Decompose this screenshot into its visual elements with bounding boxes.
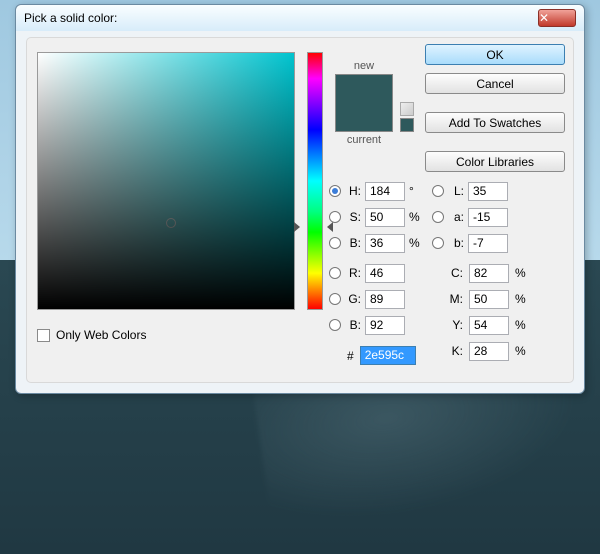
input-K[interactable]: 28 [469, 342, 509, 361]
color-field[interactable] [37, 52, 295, 310]
label-K: K: [447, 344, 463, 358]
hsb-group: H: 184 ° S: 50% B: 36% [329, 178, 423, 256]
window-title: Pick a solid color: [24, 11, 538, 25]
current-color-swatch[interactable] [336, 103, 392, 131]
cube-icon[interactable] [400, 102, 414, 116]
hex-row: # 2e595c [347, 346, 416, 365]
label-r: R: [345, 266, 361, 280]
input-r[interactable]: 46 [365, 264, 405, 283]
unit-K: % [515, 344, 529, 358]
label-M: M: [447, 292, 463, 306]
radio-r[interactable] [329, 267, 341, 279]
current-color-label: current [335, 134, 393, 146]
label-a: a: [448, 210, 464, 224]
color-picker-dialog: Pick a solid color: ✕ new current OK Can… [15, 4, 585, 394]
unit-s: % [409, 210, 423, 224]
only-web-colors-checkbox[interactable] [37, 329, 50, 342]
add-to-swatches-button[interactable]: Add To Swatches [425, 112, 565, 133]
radio-L[interactable] [432, 185, 444, 197]
input-g[interactable]: 89 [365, 290, 405, 309]
unit-h: ° [409, 184, 423, 198]
lab-group: L: 35 a: -15 b: -7 [432, 178, 508, 256]
label-g: G: [345, 292, 361, 306]
unit-C: % [515, 266, 529, 280]
unit-Y: % [515, 318, 529, 332]
input-C[interactable]: 82 [469, 264, 509, 283]
close-icon: ✕ [539, 11, 575, 25]
input-L[interactable]: 35 [468, 182, 508, 201]
radio-lb[interactable] [432, 237, 444, 249]
only-web-colors-label: Only Web Colors [56, 328, 146, 342]
label-C: C: [447, 266, 463, 280]
hex-label: # [347, 349, 354, 363]
label-lb: b: [448, 236, 464, 250]
gamut-swatch[interactable] [400, 118, 414, 132]
radio-b[interactable] [329, 237, 341, 249]
radio-bb[interactable] [329, 319, 341, 331]
close-button[interactable]: ✕ [538, 9, 576, 27]
new-color-label: new [335, 60, 393, 72]
input-s[interactable]: 50 [365, 208, 405, 227]
cmyk-group: C: 82% M: 50% Y: 54% K: 28% [447, 260, 529, 364]
hex-input[interactable]: 2e595c [360, 346, 416, 365]
color-libraries-button[interactable]: Color Libraries [425, 151, 565, 172]
input-Y[interactable]: 54 [469, 316, 509, 335]
ok-button[interactable]: OK [425, 44, 565, 65]
radio-a[interactable] [432, 211, 444, 223]
rgb-group: R: 46 G: 89 B: 92 [329, 260, 423, 338]
label-Y: Y: [447, 318, 463, 332]
radio-g[interactable] [329, 293, 341, 305]
unit-b: % [409, 236, 423, 250]
hue-slider[interactable] [307, 52, 323, 310]
input-a[interactable]: -15 [468, 208, 508, 227]
input-h[interactable]: 184 [365, 182, 405, 201]
hue-slider-arrow-left-icon[interactable] [294, 222, 300, 232]
label-b: B: [345, 236, 361, 250]
new-color-swatch[interactable] [336, 75, 392, 103]
input-bb[interactable]: 92 [365, 316, 405, 335]
label-L: L: [448, 184, 464, 198]
unit-M: % [515, 292, 529, 306]
only-web-colors-row: Only Web Colors [37, 328, 146, 342]
radio-s[interactable] [329, 211, 341, 223]
input-M[interactable]: 50 [469, 290, 509, 309]
input-lb[interactable]: -7 [468, 234, 508, 253]
color-swatch[interactable] [335, 74, 393, 132]
label-s: S: [345, 210, 361, 224]
dialog-body: new current OK Cancel Add To Swatches Co… [26, 37, 574, 383]
cancel-button[interactable]: Cancel [425, 73, 565, 94]
input-b[interactable]: 36 [365, 234, 405, 253]
radio-h[interactable] [329, 185, 341, 197]
label-h: H: [345, 184, 361, 198]
field-cursor[interactable] [166, 218, 176, 228]
titlebar[interactable]: Pick a solid color: ✕ [16, 5, 584, 31]
swatch-preview: new current [335, 60, 393, 146]
label-bb: B: [345, 318, 361, 332]
